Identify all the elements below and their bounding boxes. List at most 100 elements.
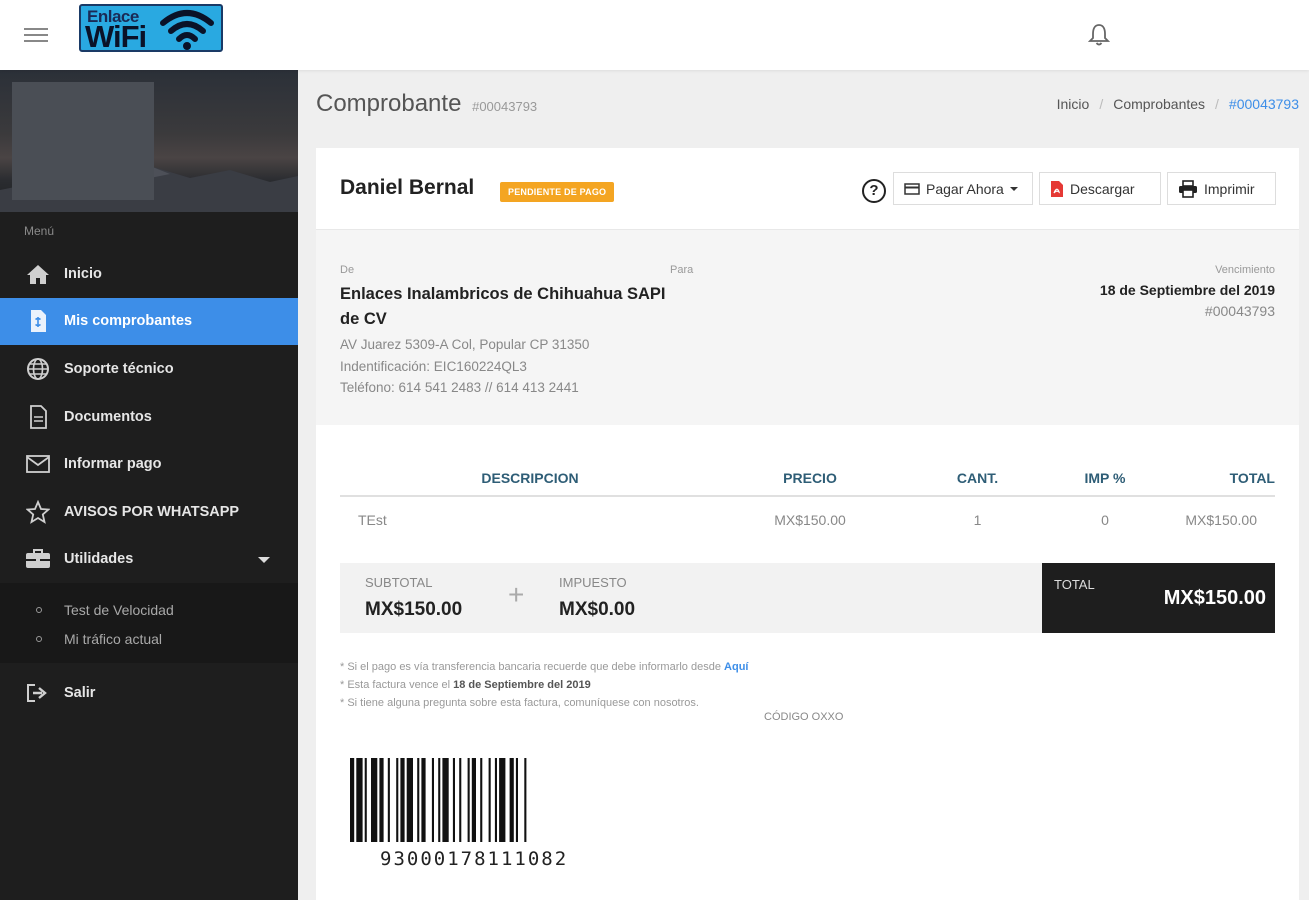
table-row: TEst MX$150.00 1 0 MX$150.00: [340, 496, 1275, 542]
tax-value: MX$0.00: [559, 599, 636, 620]
table-cell: MX$150.00: [774, 511, 846, 528]
bullet-icon: [36, 635, 42, 642]
barcode-bar: [480, 758, 483, 842]
barcode-bar: [396, 758, 399, 842]
table-cell: TEst: [358, 511, 387, 528]
note-text: * Si el pago es vía transferencia bancar…: [340, 661, 721, 673]
sidebar-item-documentos[interactable]: Documentos: [0, 393, 298, 441]
invoice-number: #00043793: [1204, 303, 1275, 319]
to-label: Para: [670, 264, 694, 276]
totals-bar: SUBTOTAL MX$150.00 + IMPUESTO MX$0.00 TO…: [340, 563, 1275, 633]
aqui-link[interactable]: Aquí: [724, 661, 748, 673]
breadcrumb-inicio[interactable]: Inicio: [1057, 96, 1090, 112]
help-icon[interactable]: ?: [862, 179, 886, 203]
logo-line2: WiFi: [85, 19, 147, 52]
barcode-bar: [379, 758, 384, 842]
avatar[interactable]: [12, 82, 154, 200]
barcode-bar: [371, 758, 378, 842]
subtotal-value: MX$150.00: [365, 599, 463, 620]
status-badge: PENDIENTE DE PAGO: [500, 182, 615, 202]
barcode-bar: [471, 758, 476, 842]
barcode-bar: [406, 758, 413, 842]
column-header: TOTAL: [1155, 460, 1275, 497]
download-button[interactable]: Descargar: [1039, 172, 1161, 205]
issuer-id: Indentificación: EIC160224QL3: [340, 358, 527, 374]
sidebar-item-soporte-tecnico[interactable]: Soporte técnico: [0, 345, 298, 393]
due-label: Vencimiento: [1215, 264, 1275, 276]
total-label: TOTAL: [1054, 577, 1095, 592]
sidebar-item-salir[interactable]: Salir: [0, 669, 298, 717]
chevron-down-icon[interactable]: [258, 556, 270, 563]
invoice-card: Daniel Bernal PENDIENTE DE PAGO ? Pagar …: [316, 148, 1299, 900]
barcode-bar: [488, 758, 491, 842]
breadcrumb-separator: /: [1099, 96, 1104, 112]
barcode-bar: [499, 758, 506, 842]
chevron-down-icon: [1009, 186, 1018, 191]
column-header: PRECIO: [720, 460, 900, 497]
print-label: Imprimir: [1204, 180, 1255, 197]
sidebar-item-inicio[interactable]: Inicio: [0, 250, 298, 298]
sidebar-item-label: Mis comprobantes: [64, 313, 193, 330]
sidebar-item-label: AVISOS POR WHATSAPP: [64, 503, 240, 520]
credit-card-icon: [904, 182, 920, 195]
barcode-bar: [438, 758, 441, 842]
toolbox-icon: [24, 545, 52, 573]
barcode-bar: [459, 758, 462, 842]
sidebar-nav: Inicio Mis comprobantes Soporte técnico …: [0, 250, 298, 717]
pdf-icon: [1051, 180, 1063, 197]
tax-label: IMPUESTO: [559, 575, 627, 590]
barcode-bar: [417, 758, 420, 842]
bullet-icon: [36, 606, 42, 613]
total-value: MX$150.00: [1163, 587, 1266, 609]
page-title-text: Comprobante: [316, 90, 462, 117]
invoice-header: Daniel Bernal PENDIENTE DE PAGO ? Pagar …: [316, 148, 1299, 230]
subitem-test-velocidad[interactable]: Test de Velocidad: [0, 595, 298, 624]
subitem-mi-trafico[interactable]: Mi tráfico actual: [0, 624, 298, 653]
page-title-number: #00043793: [472, 99, 538, 114]
breadcrumb: Inicio / Comprobantes / #00043793: [1057, 96, 1299, 112]
barcode-number: 93000178111082: [380, 848, 569, 870]
table-header-row: DESCRIPCION PRECIO CANT. IMP % TOTAL: [340, 460, 1275, 497]
barcode: [350, 758, 527, 842]
barcode-bar: [442, 758, 449, 842]
breadcrumb-comprobantes[interactable]: Comprobantes: [1113, 96, 1205, 112]
utilidades-submenu: Test de Velocidad Mi tráfico actual: [0, 583, 298, 664]
barcode-bar: [494, 758, 497, 842]
barcode-bar: [467, 758, 470, 842]
subtotal-label: SUBTOTAL: [365, 575, 433, 590]
due-date: 18 de Septiembre del 2019: [1099, 282, 1275, 298]
grand-total: TOTAL MX$150.00: [1042, 563, 1275, 633]
note-due: * Esta factura vence el 18 de Septiembre…: [340, 676, 748, 694]
sidebar-item-mis-comprobantes[interactable]: Mis comprobantes: [0, 297, 298, 346]
note-text: * Esta factura vence el: [340, 679, 451, 691]
wifi-icon: [160, 10, 214, 50]
sidebar-item-informar-pago[interactable]: Informar pago: [0, 440, 298, 488]
sign-out-icon: [24, 679, 52, 707]
document-icon: [24, 403, 52, 431]
print-button[interactable]: Imprimir: [1167, 172, 1276, 205]
breadcrumb-separator: /: [1215, 96, 1219, 112]
barcode-bar: [509, 758, 514, 842]
column-header: CANT.: [900, 460, 1055, 497]
hamburger-icon[interactable]: [24, 28, 48, 42]
issuer-phone: Teléfono: 614 541 2483 // 614 413 2441: [340, 380, 579, 395]
sidebar-item-utilidades[interactable]: Utilidades: [0, 536, 298, 584]
subitem-label: Mi tráfico actual: [64, 630, 163, 647]
issuer-details: AV Juarez 5309-A Col, Popular CP 31350 I…: [340, 334, 589, 399]
pay-now-button[interactable]: Pagar Ahora: [893, 172, 1033, 205]
enlace-wifi-logo[interactable]: Enlace WiFi: [79, 4, 223, 52]
barcode-bar: [364, 758, 367, 842]
download-label: Descargar: [1070, 180, 1135, 197]
note-transfer: * Si el pago es vía transferencia bancar…: [340, 658, 748, 676]
printer-icon: [1179, 179, 1197, 198]
sidebar-item-label: Documentos: [64, 408, 152, 425]
profile-banner: [0, 70, 298, 212]
sidebar-item-avisos-whatsapp[interactable]: AVISOS POR WHATSAPP: [0, 488, 298, 536]
barcode-bar: [356, 758, 363, 842]
issuer-address: AV Juarez 5309-A Col, Popular CP 31350: [340, 337, 590, 352]
sidebar: Menú Inicio Mis comprobantes Soporte téc…: [0, 70, 298, 900]
note-contact: * Si tiene alguna pregunta sobre esta fa…: [340, 697, 699, 709]
table-cell: 0: [1101, 511, 1109, 528]
bell-icon[interactable]: [1087, 22, 1111, 51]
barcode-bar: [452, 758, 455, 842]
